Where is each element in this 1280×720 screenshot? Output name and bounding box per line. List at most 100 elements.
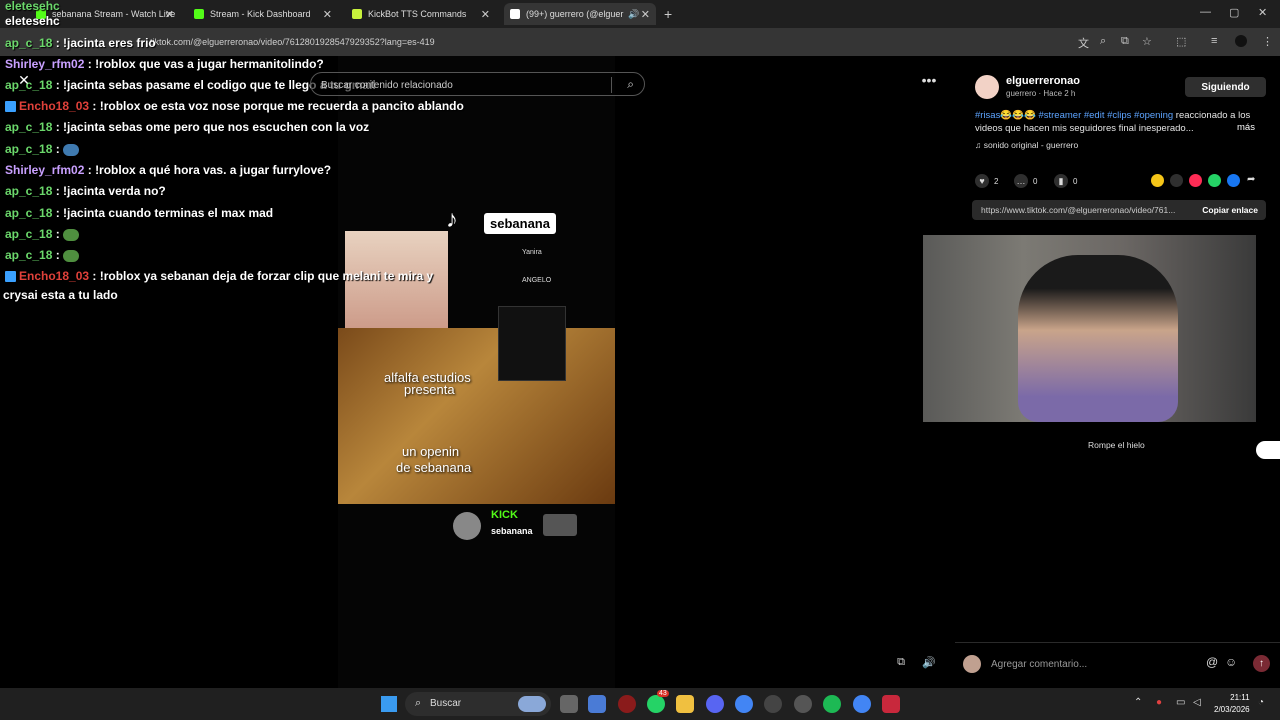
cast-icon[interactable]: ⧉ (1121, 35, 1129, 48)
volume-icon[interactable]: 🔊 (920, 656, 938, 674)
chat-text: : !jacinta cuando terminas el max mad (55, 206, 274, 220)
panel-name: ANGELO (522, 277, 552, 284)
search-icon[interactable]: ⌕ (627, 77, 634, 92)
app-icon[interactable] (882, 695, 900, 713)
chat-username: Shirley_rfm02 (5, 57, 85, 71)
comment-icon: … (1014, 174, 1028, 188)
side-extension-tab[interactable] (1256, 441, 1280, 459)
facebook-icon[interactable] (1227, 174, 1240, 187)
whatsapp-icon[interactable] (1208, 174, 1221, 187)
translate-icon[interactable]: ⽂ (1078, 35, 1089, 51)
video-overlay-name: sebanana (484, 213, 556, 234)
stream-chat-overlay: eletesehc eletesehc ap_c_18 : !jacinta e… (0, 0, 470, 320)
maximize-button[interactable]: ▢ (1229, 6, 1239, 19)
save-button[interactable]: ▮ 0 (1054, 174, 1077, 188)
comment-button[interactable]: … 0 (1014, 174, 1037, 188)
notification-icon[interactable]: ◔ (1258, 697, 1264, 708)
emoji-icon[interactable]: ☺ (1225, 655, 1237, 669)
close-window-button[interactable]: ✕ (1258, 6, 1267, 19)
app-icon[interactable] (794, 695, 812, 713)
spotify-icon[interactable] (823, 695, 841, 713)
post-actions: ♥ 2 … 0 ▮ 0 ➦ (965, 170, 1270, 192)
chat-text: : (55, 248, 60, 262)
avatar[interactable] (975, 75, 999, 99)
share-arrow-icon[interactable]: ➦ (1247, 174, 1260, 187)
post-link[interactable]: https://www.tiktok.com/@elguerreronao/vi… (981, 205, 1175, 215)
chat-username: ap_c_18 (5, 142, 53, 156)
pip-icon[interactable]: ⧉ (892, 656, 910, 674)
chat-message: Encho18_03 : !roblox oe esta voz nose po… (5, 99, 464, 113)
profile-avatar[interactable] (1235, 35, 1247, 47)
media-control-icon[interactable]: ≡ (1211, 35, 1217, 47)
new-tab-button[interactable]: + (664, 6, 672, 22)
save-count: 0 (1073, 176, 1078, 186)
more-link[interactable]: más (1237, 122, 1255, 133)
emote-icon (63, 228, 80, 241)
post-sound[interactable]: ♫ sonido original - guerrero (975, 140, 1078, 150)
chat-username: Encho18_03 (19, 99, 90, 113)
close-tab-icon[interactable]: ✕ (641, 8, 650, 21)
search-input[interactable] (321, 77, 611, 93)
chrome-icon[interactable] (853, 695, 871, 713)
close-tab-icon[interactable]: ✕ (481, 8, 490, 21)
extensions-icon[interactable]: ⬚ (1176, 35, 1186, 48)
more-options-icon[interactable]: ••• (918, 72, 940, 92)
coin-share-icon[interactable] (1151, 174, 1164, 187)
chat-message: ap_c_18 : (5, 142, 80, 156)
chat-text: : !roblox oe esta voz nose porque me rec… (92, 99, 464, 113)
send-button[interactable]: ↑ (1253, 655, 1270, 672)
bookmark-icon: ▮ (1054, 174, 1068, 188)
chevron-up-icon[interactable]: ⌃ (1134, 697, 1142, 708)
windows-start-icon[interactable] (381, 696, 397, 712)
volume-icon[interactable]: ◁ (1193, 697, 1201, 708)
taskbar-search[interactable]: ⌕ Buscar (405, 692, 551, 716)
app-icon[interactable] (764, 695, 782, 713)
microphone-icon[interactable]: ● (1156, 697, 1162, 708)
embed-icon[interactable] (1170, 174, 1183, 187)
close-icon[interactable]: ✕ (14, 72, 34, 92)
video-caption-line: de sebanana (396, 460, 472, 475)
video-intro-frame (338, 328, 615, 504)
avatar (963, 655, 981, 673)
bookmark-star-icon[interactable]: ☆ (1142, 35, 1152, 48)
emote-icon (63, 143, 80, 156)
mention-icon[interactable]: @ (1206, 655, 1218, 669)
like-button[interactable]: ♥ 2 (975, 174, 998, 188)
network-icon[interactable]: ▭ (1176, 697, 1185, 708)
speaker-icon[interactable]: 🔊 (628, 9, 639, 20)
post-hashtags[interactable]: #risas😂😂😂 #streamer #edit #clips #openin… (975, 110, 1173, 121)
system-clock[interactable]: 21:11 2/03/2026 (1214, 692, 1250, 716)
store-icon[interactable] (588, 695, 606, 713)
folder-icon[interactable] (676, 695, 694, 713)
task-view-icon[interactable] (560, 695, 578, 713)
panel-name: Yanira (522, 249, 542, 256)
chat-username: ap_c_18 (5, 120, 53, 134)
send-share-icon[interactable] (1189, 174, 1202, 187)
whatsapp-icon[interactable]: 43 (647, 690, 669, 713)
minimize-button[interactable]: — (1200, 6, 1211, 18)
zoom-icon[interactable]: ⌕ (1100, 35, 1106, 48)
chat-message: ap_c_18 : !jacinta cuando terminas el ma… (5, 206, 273, 220)
comment-bar: @ ☺ ↑ (955, 642, 1280, 684)
like-count: 2 (994, 176, 999, 186)
discord-icon[interactable] (706, 695, 724, 713)
clock-time: 21:11 (1230, 693, 1250, 702)
related-search-box: ⌕ (310, 72, 645, 96)
webcam-person (1018, 255, 1178, 422)
chat-text: : (55, 142, 60, 156)
chat-message: ap_c_18 : !jacinta verda no? (5, 184, 166, 198)
heart-icon: ♥ (975, 174, 989, 188)
chrome-icon[interactable] (735, 695, 753, 713)
following-button[interactable]: Siguiendo (1185, 77, 1266, 97)
tab-tiktok-guerrero[interactable]: (99+) guerrero (@elguerreronao) 🔊 ✕ (504, 3, 656, 25)
comment-input[interactable] (991, 655, 1201, 673)
copy-link-button[interactable]: Copiar enlace (1202, 205, 1258, 215)
post-username[interactable]: elguerreronao (1006, 75, 1080, 87)
app-icon[interactable] (618, 695, 636, 713)
screen: sebanana Stream - Watch Live ✕ Stream - … (0, 0, 1280, 720)
clock-date: 2/03/2026 (1214, 705, 1250, 714)
chat-text: : !roblox ya sebanan deja de forzar clip… (92, 269, 434, 283)
post-info-panel: elguerreronao guerrero · Hace 2 h Siguie… (965, 65, 1270, 250)
menu-icon[interactable]: ⋮ (1262, 35, 1273, 48)
tab-label: (99+) guerrero (@elguerreronao) (526, 9, 624, 19)
